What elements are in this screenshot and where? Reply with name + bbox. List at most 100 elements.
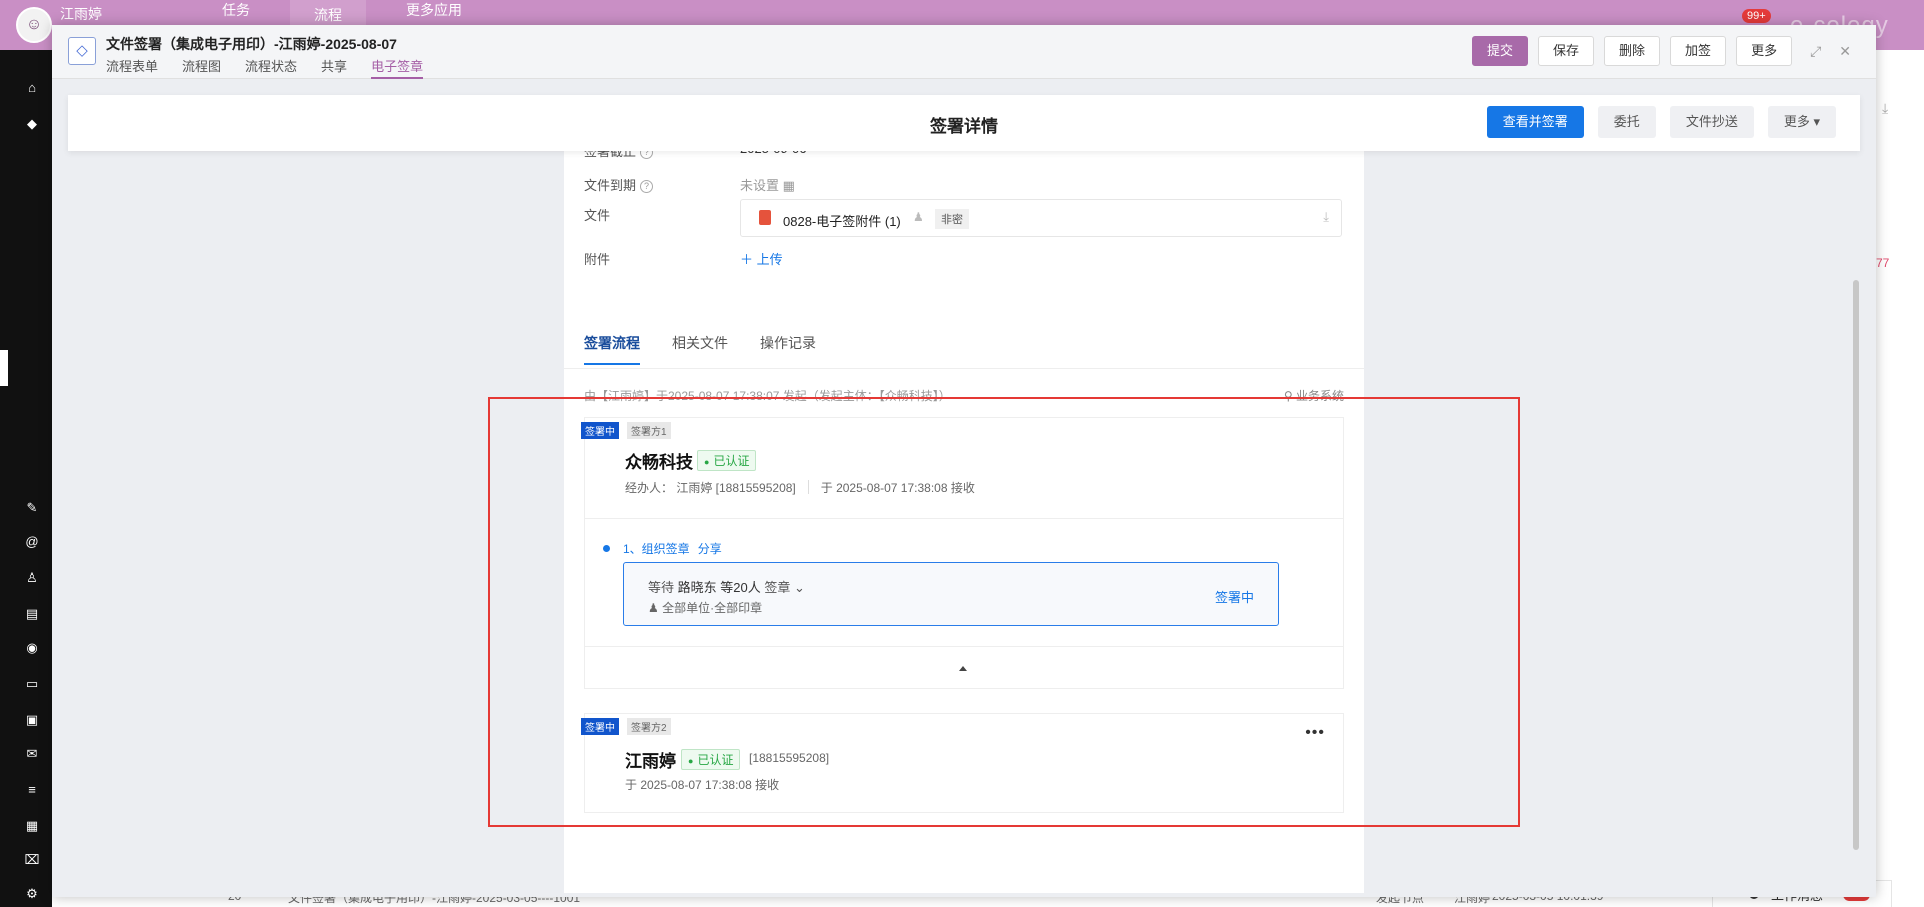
- download-icon[interactable]: ⤓: [1882, 100, 1888, 117]
- wait-text: 等待: [648, 580, 675, 595]
- delete-button[interactable]: 删除: [1604, 36, 1661, 66]
- folder-icon[interactable]: ▣: [24, 712, 40, 728]
- wait-scope: ♟ 全部单位·全部印章: [648, 599, 762, 616]
- user-icon: ♟: [648, 601, 659, 615]
- party-meta: 经办人： 江雨婷 [18815595208] 于 2025-08-07 17:38…: [625, 479, 975, 496]
- right-count: 77: [1876, 256, 1890, 270]
- share-link[interactable]: 分享: [698, 542, 722, 556]
- scrollbar-thumb[interactable]: [1853, 280, 1859, 850]
- sign-detail-toolbar: 查看并签署 委托 文件抄送 更多 ▾: [1486, 106, 1836, 138]
- tab-operation-log[interactable]: 操作记录: [760, 333, 816, 365]
- report-icon[interactable]: ▦: [24, 818, 40, 834]
- view-and-sign-button[interactable]: 查看并签署: [1486, 106, 1584, 138]
- user-icon[interactable]: ♙: [24, 570, 40, 586]
- card-icon[interactable]: ▭: [24, 676, 40, 692]
- workflow-modal: ◇ 文件签署（集成电子用印）-江雨婷-2025-08-07 流程表单 流程图 流…: [52, 25, 1876, 897]
- flow-origin-text: 由【江雨婷】于2025-08-07 17:38:07 发起（发起主体：【众畅科技…: [584, 389, 951, 403]
- edit-icon[interactable]: ✎: [24, 500, 40, 516]
- calendar-icon[interactable]: ▦: [783, 178, 795, 193]
- expire-value[interactable]: 未设置 ▦: [740, 175, 795, 194]
- layers-icon: ◇: [68, 37, 96, 65]
- collapse-icon[interactable]: [959, 666, 967, 671]
- party-name: 众畅科技: [625, 453, 693, 472]
- settings-icon[interactable]: ⚙: [24, 886, 40, 902]
- modal-tabs: 流程表单 流程图 流程状态 共享 电子签章: [106, 56, 424, 79]
- wait-status: 签署中: [1214, 590, 1254, 605]
- caret-down-icon: ▾: [1813, 114, 1820, 129]
- business-system-label: 业务系统: [1295, 389, 1344, 403]
- location-icon[interactable]: ◉: [24, 640, 40, 656]
- chat-icon[interactable]: ✉: [24, 746, 40, 762]
- chevron-down-icon[interactable]: ⌄: [794, 580, 805, 595]
- verified-badge: 已认证: [697, 450, 757, 471]
- sign-flow-card: 签署流程 相关文件 操作记录 由【江雨婷】于2025-08-07 17:38:0…: [564, 313, 1364, 893]
- modal-toolbar: 提交 保存 删除 加签 更多 ⤢ ✕: [1472, 36, 1851, 66]
- signing-party-2: 签署中 签署方2 ••• 江雨婷 已认证 [18815595208] 于 202…: [581, 713, 1344, 813]
- trash-icon[interactable]: ⌧: [24, 852, 40, 868]
- divider: [564, 368, 1364, 369]
- home-icon[interactable]: ⌂: [24, 80, 40, 96]
- signing-party-1: 签署中 签署方1 众畅科技 已认证 经办人： 江雨婷 [18815595208]…: [581, 417, 1344, 689]
- document-icon[interactable]: ▤: [24, 606, 40, 622]
- status-badge: 签署中: [581, 422, 619, 439]
- wait-action: 签章: [764, 580, 791, 595]
- more-button[interactable]: 更多: [1736, 36, 1793, 66]
- wait-person[interactable]: 路晓东 等20人: [678, 580, 761, 595]
- right-strip: [1876, 50, 1924, 907]
- received-text: 于 2025-08-07 17:38:08 接收: [625, 778, 780, 792]
- expire-label-text: 文件到期: [584, 178, 637, 193]
- modal-title: 文件签署（集成电子用印）-江雨婷-2025-08-07: [106, 36, 397, 52]
- step-title[interactable]: 1、组织签章: [623, 542, 690, 556]
- sign-more-label: 更多: [1783, 114, 1810, 129]
- layers-icon[interactable]: ◆: [24, 116, 40, 132]
- sign-more-button[interactable]: 更多 ▾: [1767, 106, 1836, 138]
- list-icon[interactable]: ≡: [24, 782, 40, 798]
- attach-label: 附件: [584, 252, 611, 267]
- modal-header: ◇ 文件签署（集成电子用印）-江雨婷-2025-08-07 流程表单 流程图 流…: [52, 25, 1876, 79]
- step-label: 1、组织签章 分享: [623, 540, 722, 557]
- link-icon: ⚲: [1283, 389, 1293, 403]
- business-system-link[interactable]: ⚲ 业务系统: [1284, 387, 1344, 404]
- add-sign-button[interactable]: 加签: [1670, 36, 1727, 66]
- close-icon[interactable]: ✕: [1839, 43, 1851, 60]
- upload-button[interactable]: ＋ 上传: [740, 249, 783, 268]
- file-item[interactable]: 0828-电子签附件 (1) ♟ 非密 ⤓: [740, 199, 1342, 237]
- expand-icon[interactable]: ⤢: [1810, 43, 1821, 60]
- file-cc-button[interactable]: 文件抄送: [1669, 106, 1754, 138]
- help-icon[interactable]: ?: [640, 180, 654, 193]
- tab-form[interactable]: 流程表单: [106, 56, 158, 79]
- user-name[interactable]: 江雨婷: [60, 4, 102, 24]
- verified-badge: 已认证: [681, 749, 741, 770]
- app-sidebar: ⌂ ◆ ✎ @ ♙ ▤ ◉ ▭ ▣ ✉ ≡ ▦ ⌧ ⚙: [0, 50, 52, 907]
- file-name[interactable]: 0828-电子签附件 (1): [783, 211, 901, 230]
- received-text: 于 2025-08-07 17:38:08 接收: [820, 481, 975, 495]
- user-icon: ♟: [913, 210, 924, 224]
- flow-tabs: 签署流程 相关文件 操作记录: [584, 333, 816, 365]
- step-dot-icon: [603, 545, 610, 552]
- user-avatar[interactable]: ☺: [16, 7, 52, 43]
- more-options-icon[interactable]: •••: [1305, 724, 1325, 742]
- handler-text: 经办人： 江雨婷 [18815595208]: [625, 481, 796, 495]
- save-button[interactable]: 保存: [1538, 36, 1595, 66]
- expire-value-text: 未设置: [740, 178, 780, 193]
- divider: [807, 480, 809, 494]
- submit-button[interactable]: 提交: [1472, 36, 1529, 66]
- role-badge: 签署方2: [627, 718, 671, 735]
- tab-status[interactable]: 流程状态: [245, 56, 297, 79]
- pdf-icon: [759, 210, 771, 225]
- tab-related-files[interactable]: 相关文件: [672, 333, 728, 365]
- wait-line: 等待 路晓东 等20人 签章 ⌄: [648, 577, 805, 596]
- tab-sign-flow[interactable]: 签署流程: [584, 333, 640, 365]
- active-indicator: [0, 350, 8, 386]
- download-icon[interactable]: ⤓: [1323, 209, 1329, 225]
- at-icon[interactable]: @: [24, 534, 40, 550]
- tab-share[interactable]: 共享: [321, 56, 347, 79]
- tab-esign[interactable]: 电子签章: [371, 56, 424, 79]
- tab-flowchart[interactable]: 流程图: [182, 56, 221, 79]
- party-name: 江雨婷: [625, 752, 676, 771]
- divider: [585, 518, 1343, 519]
- pending-sign-box[interactable]: 等待 路晓东 等20人 签章 ⌄ ♟ 全部单位·全部印章 签署中: [623, 562, 1279, 626]
- sign-detail-header: 签署详情 查看并签署 委托 文件抄送 更多 ▾: [68, 95, 1860, 151]
- delegate-button[interactable]: 委托: [1597, 106, 1656, 138]
- file-label: 文件: [584, 208, 611, 223]
